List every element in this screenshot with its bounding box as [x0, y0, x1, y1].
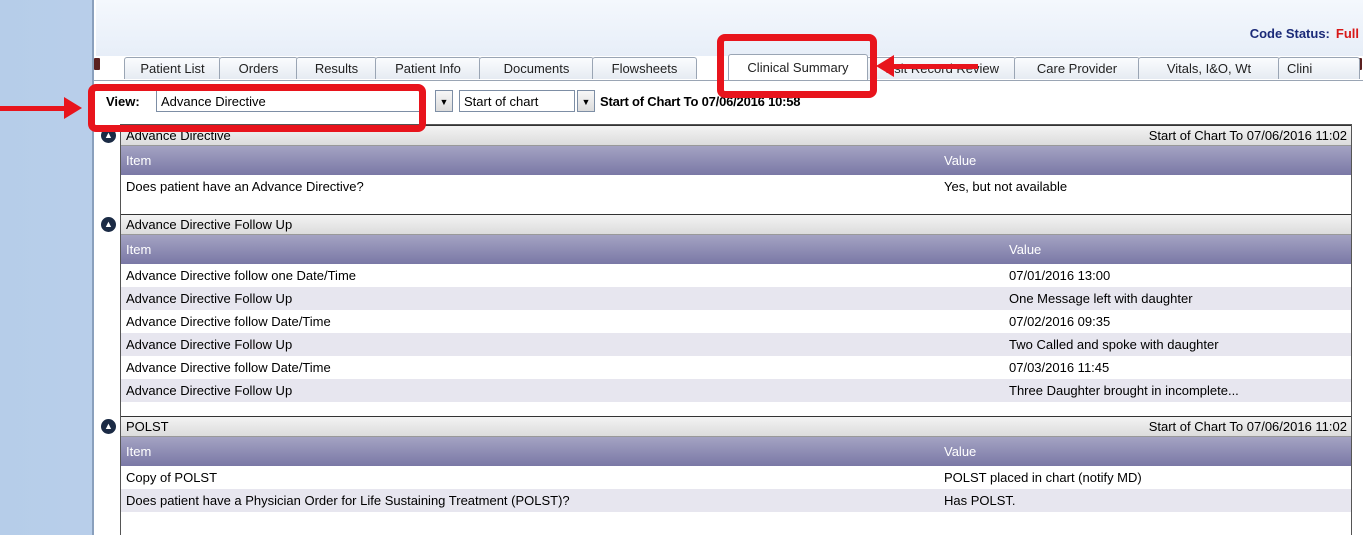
table-row[interactable]: Advance Directive Follow Up Two Called a…	[121, 333, 1351, 356]
arrow-right-icon	[64, 97, 82, 119]
column-header-row: Item Value	[121, 235, 1351, 264]
tab-vitals-io-wt[interactable]: Vitals, I&O, Wt	[1138, 57, 1280, 79]
section-title: Advance Directive Follow Up	[126, 217, 293, 232]
section-header[interactable]: ▲ Advance Directive Follow Up	[101, 214, 1351, 235]
highlight-box-view-dropdown	[88, 84, 426, 132]
tab-flowsheets[interactable]: Flowsheets	[592, 57, 697, 79]
clinical-summary-content: ▲ Advance Directive Start of Chart To 07…	[101, 124, 1352, 535]
section-range: Start of Chart To 07/06/2016 11:02	[1148, 128, 1347, 143]
code-status-value: Full	[1335, 26, 1359, 41]
section-header[interactable]: ▲ POLST Start of Chart To 07/06/2016 11:…	[101, 416, 1351, 437]
item-cell: Advance Directive Follow Up	[126, 383, 293, 398]
column-header-value: Value	[944, 444, 977, 459]
tab-documents[interactable]: Documents	[479, 57, 594, 79]
table-row[interactable]: Does patient have a Physician Order for …	[121, 489, 1351, 512]
value-cell: 07/03/2016 11:45	[1009, 360, 1110, 375]
tab-scroll-left-marker[interactable]	[94, 58, 100, 70]
annotation-arrow-shaft	[0, 106, 64, 111]
chevron-up-circle-icon[interactable]: ▲	[101, 419, 116, 434]
tab-orders[interactable]: Orders	[219, 57, 298, 79]
column-header-row: Item Value	[121, 146, 1351, 175]
section-polst: ▲ POLST Start of Chart To 07/06/2016 11:…	[101, 416, 1351, 512]
column-header-row: Item Value	[121, 437, 1351, 466]
item-cell: Advance Directive follow Date/Time	[126, 360, 331, 375]
value-cell: Yes, but not available	[944, 179, 1068, 194]
code-status-label: Code Status:	[1249, 26, 1330, 41]
tab-clinical-partial[interactable]: Clini	[1278, 57, 1360, 79]
chevron-up-circle-icon[interactable]: ▲	[101, 217, 116, 232]
tab-care-provider[interactable]: Care Provider	[1014, 57, 1140, 79]
section-advance-directive-follow-up: ▲ Advance Directive Follow Up Item Value…	[101, 214, 1351, 402]
dropdown-arrow-icon[interactable]: ▼	[435, 90, 453, 112]
tab-strip: Patient List Orders Results Patient Info…	[124, 54, 1363, 80]
code-status: Code Status: Full	[1250, 26, 1359, 41]
item-cell: Advance Directive Follow Up	[126, 337, 293, 352]
value-cell: Two Called and spoke with daughter	[1009, 337, 1219, 352]
table-row[interactable]: Advance Directive Follow Up One Message …	[121, 287, 1351, 310]
item-cell: Does patient have a Physician Order for …	[126, 493, 570, 508]
section-range: Start of Chart To 07/06/2016 11:02	[1148, 419, 1347, 434]
dropdown-arrow-icon[interactable]: ▼	[577, 90, 595, 112]
table-row[interactable]: Copy of POLST POLST placed in chart (not…	[121, 466, 1351, 489]
value-cell: POLST placed in chart (notify MD)	[944, 470, 1142, 485]
value-cell: 07/01/2016 13:00	[1009, 268, 1111, 283]
table-row[interactable]: Advance Directive follow one Date/Time 0…	[121, 264, 1351, 287]
item-cell: Does patient have an Advance Directive?	[126, 179, 364, 194]
tab-patient-info[interactable]: Patient Info	[375, 57, 481, 79]
tab-results[interactable]: Results	[296, 57, 377, 79]
column-header-item: Item	[126, 242, 152, 257]
arrow-left-icon	[876, 55, 894, 77]
table-row[interactable]: Advance Directive Follow Up Three Daught…	[121, 379, 1351, 402]
value-cell: 07/02/2016 09:35	[1009, 314, 1111, 329]
range-dropdown[interactable]: Start of chart	[459, 90, 575, 112]
tab-patient-list[interactable]: Patient List	[124, 57, 221, 79]
table-row[interactable]: Does patient have an Advance Directive? …	[121, 175, 1351, 198]
column-header-item: Item	[126, 153, 152, 168]
item-cell: Advance Directive follow one Date/Time	[126, 268, 357, 283]
section-title: POLST	[126, 419, 169, 434]
item-cell: Advance Directive follow Date/Time	[126, 314, 331, 329]
section-advance-directive: ▲ Advance Directive Start of Chart To 07…	[101, 125, 1351, 198]
value-cell: One Message left with daughter	[1009, 291, 1193, 306]
column-header-value: Value	[944, 153, 977, 168]
item-cell: Advance Directive Follow Up	[126, 291, 293, 306]
column-header-value: Value	[1009, 242, 1042, 257]
value-cell: Has POLST.	[944, 493, 1016, 508]
value-cell: Three Daughter brought in incomplete...	[1009, 383, 1239, 398]
column-header-item: Item	[126, 444, 152, 459]
table-row[interactable]: Advance Directive follow Date/Time 07/03…	[121, 356, 1351, 379]
tab-clinical-summary[interactable]: Clinical Summary	[728, 54, 868, 80]
annotation-arrow-shaft	[892, 64, 978, 69]
item-cell: Copy of POLST	[126, 470, 218, 485]
table-row[interactable]: Advance Directive follow Date/Time 07/02…	[121, 310, 1351, 333]
